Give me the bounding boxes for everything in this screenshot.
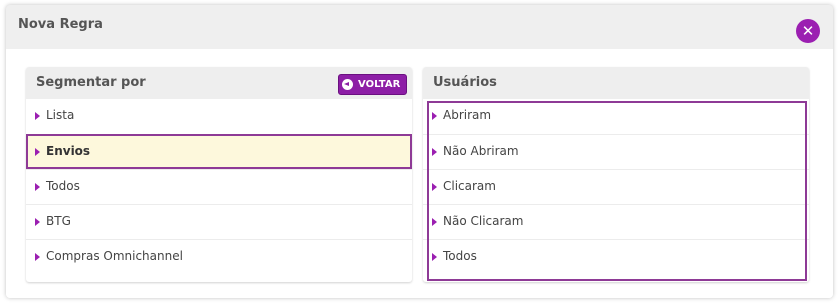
users-item-label: Não Abriram [443, 144, 519, 158]
users-item-label: Clicaram [443, 179, 496, 193]
caret-right-icon [35, 218, 40, 226]
caret-right-icon [432, 253, 437, 261]
users-item-nao-clicaram[interactable]: Não Clicaram [423, 204, 809, 239]
caret-right-icon [432, 218, 437, 226]
segment-list: Lista Envios Todos BTG Compras Omnichann… [26, 99, 412, 274]
users-item-nao-abriram[interactable]: Não Abriram [423, 134, 809, 169]
back-button[interactable]: VOLTAR [338, 74, 408, 95]
segment-item-label: Envios [46, 144, 91, 158]
caret-right-icon [432, 148, 437, 156]
caret-right-icon [432, 183, 437, 191]
users-item-label: Não Clicaram [443, 214, 524, 228]
users-list: Abriram Não Abriram Clicaram Não Clicara… [423, 99, 809, 274]
users-item-clicaram[interactable]: Clicaram [423, 169, 809, 204]
caret-right-icon [432, 112, 437, 120]
segment-item-label: BTG [46, 214, 71, 228]
caret-right-icon [35, 253, 40, 261]
users-panel-header: Usuários [423, 67, 809, 99]
modal-title: Nova Regra [18, 17, 103, 32]
segment-item-envios[interactable]: Envios [26, 134, 412, 169]
users-item-label: Todos [443, 249, 477, 263]
segment-item-label: Todos [46, 179, 80, 193]
caret-right-icon [35, 183, 40, 191]
users-panel-title: Usuários [433, 75, 497, 90]
modal-header: Nova Regra ✕ [6, 5, 833, 49]
close-button[interactable]: ✕ [796, 19, 820, 43]
segment-item-compras-omnichannel[interactable]: Compras Omnichannel [26, 239, 412, 274]
segment-panel-header: Segmentar por VOLTAR [26, 67, 412, 99]
users-item-label: Abriram [443, 108, 492, 122]
segment-panel: Segmentar por VOLTAR Lista Envios Todos [26, 67, 412, 282]
segment-panel-title: Segmentar por [36, 75, 146, 90]
caret-right-icon [35, 148, 40, 156]
arrow-left-circle-icon [342, 79, 353, 90]
users-item-todos[interactable]: Todos [423, 239, 809, 274]
segment-item-btg[interactable]: BTG [26, 204, 412, 239]
modal-body: Segmentar por VOLTAR Lista Envios Todos [6, 49, 833, 298]
segment-item-label: Lista [46, 108, 75, 122]
back-button-label: VOLTAR [358, 79, 401, 90]
users-panel: Usuários Abriram Não Abriram Clicaram Nã… [423, 67, 809, 282]
users-item-abriram[interactable]: Abriram [423, 99, 809, 134]
caret-right-icon [35, 112, 40, 120]
segment-item-lista[interactable]: Lista [26, 99, 412, 134]
new-rule-modal: Nova Regra ✕ Segmentar por VOLTAR Lista [6, 5, 833, 298]
segment-item-todos[interactable]: Todos [26, 169, 412, 204]
close-icon: ✕ [801, 22, 815, 40]
segment-item-label: Compras Omnichannel [46, 249, 183, 263]
